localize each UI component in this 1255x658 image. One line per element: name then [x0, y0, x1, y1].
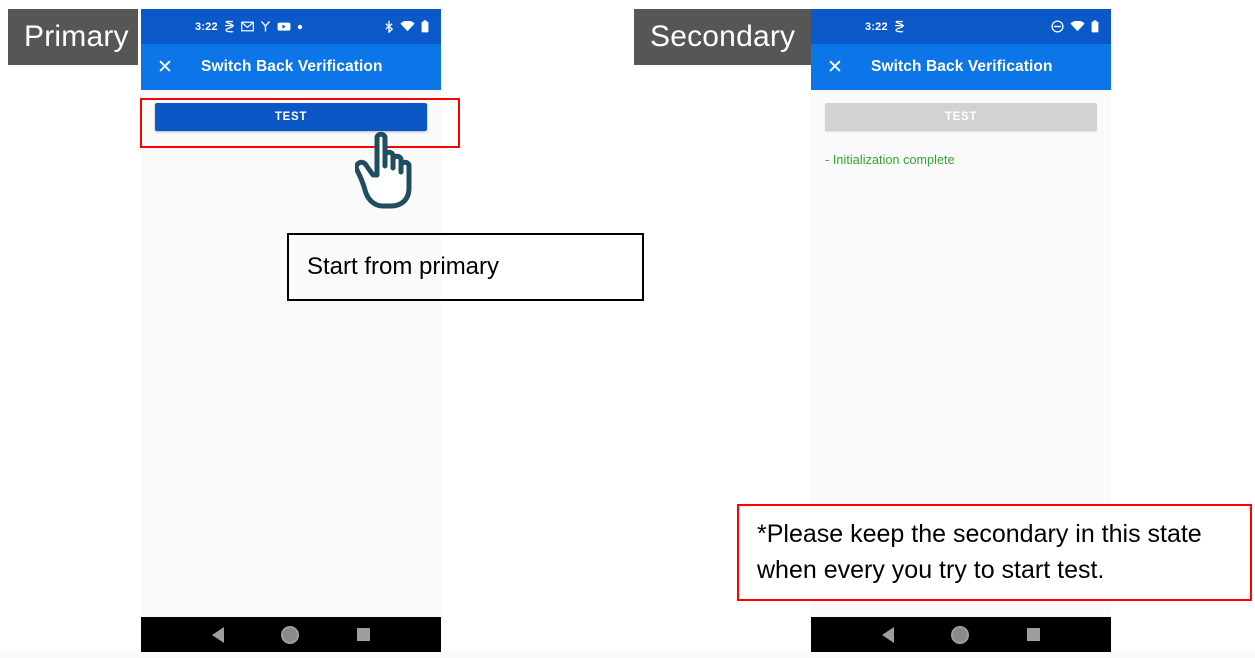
sim-icon — [224, 20, 234, 33]
battery-icon — [421, 20, 429, 33]
status-time: 3:22 — [865, 20, 888, 33]
wifi-icon — [400, 21, 415, 32]
app-bar-secondary: ✕ Switch Back Verification — [811, 44, 1111, 90]
fit-icon — [260, 21, 270, 32]
square-recents-icon[interactable] — [1027, 628, 1041, 641]
test-button-secondary[interactable]: TEST — [825, 103, 1097, 131]
triangle-back-icon[interactable] — [211, 626, 224, 643]
square-recents-icon[interactable] — [357, 628, 371, 641]
app-title: Switch Back Verification — [871, 58, 1053, 75]
status-bar-right-group — [1051, 20, 1099, 33]
app-bar-primary: ✕ Switch Back Verification — [141, 44, 441, 90]
device-label-primary: Primary — [8, 9, 138, 65]
device-label-secondary-text: Secondary — [650, 20, 796, 53]
callout-secondary-text: *Please keep the secondary in this state… — [757, 520, 1202, 584]
mail-icon — [240, 21, 254, 32]
callout-primary: Start from primary — [287, 233, 644, 301]
nav-bar-secondary — [811, 617, 1111, 652]
circle-home-icon[interactable] — [281, 625, 300, 644]
callout-primary-text: Start from primary — [307, 252, 500, 280]
status-bar-right-group — [384, 20, 429, 33]
status-bar-primary: 3:22 — [141, 9, 441, 44]
triangle-back-icon[interactable] — [881, 626, 894, 643]
status-time: 3:22 — [195, 20, 218, 33]
slide-canvas: Primary 3:22 ✕ Switch Back Verification … — [0, 0, 1255, 658]
callout-secondary: *Please keep the secondary in this state… — [737, 504, 1252, 601]
wifi-icon — [1070, 21, 1085, 32]
bottom-strip — [0, 652, 1255, 658]
test-button-primary[interactable]: TEST — [155, 103, 427, 131]
dot-icon — [297, 24, 303, 29]
phone-primary: 3:22 ✕ Switch Back Verification TEST — [141, 9, 441, 652]
status-bar-left-group: 3:22 — [195, 20, 303, 33]
do-not-disturb-icon — [1051, 20, 1064, 33]
close-icon[interactable]: ✕ — [155, 58, 175, 77]
sim-icon — [894, 20, 904, 33]
bluetooth-icon — [385, 20, 394, 33]
device-label-primary-text: Primary — [24, 20, 129, 53]
phone-body-primary: TEST — [141, 90, 441, 131]
close-icon[interactable]: ✕ — [825, 58, 845, 77]
app-title: Switch Back Verification — [201, 58, 383, 75]
log-line-initialization: - Initialization complete — [825, 153, 955, 167]
status-bar-secondary: 3:22 — [811, 9, 1111, 44]
youtube-icon — [277, 22, 291, 31]
phone-body-secondary: TEST - Initialization complete — [811, 90, 1111, 167]
device-label-secondary: Secondary — [634, 9, 811, 65]
circle-home-icon[interactable] — [951, 625, 970, 644]
battery-icon — [1091, 20, 1099, 33]
nav-bar-primary — [141, 617, 441, 652]
status-bar-left-group: 3:22 — [865, 20, 905, 33]
